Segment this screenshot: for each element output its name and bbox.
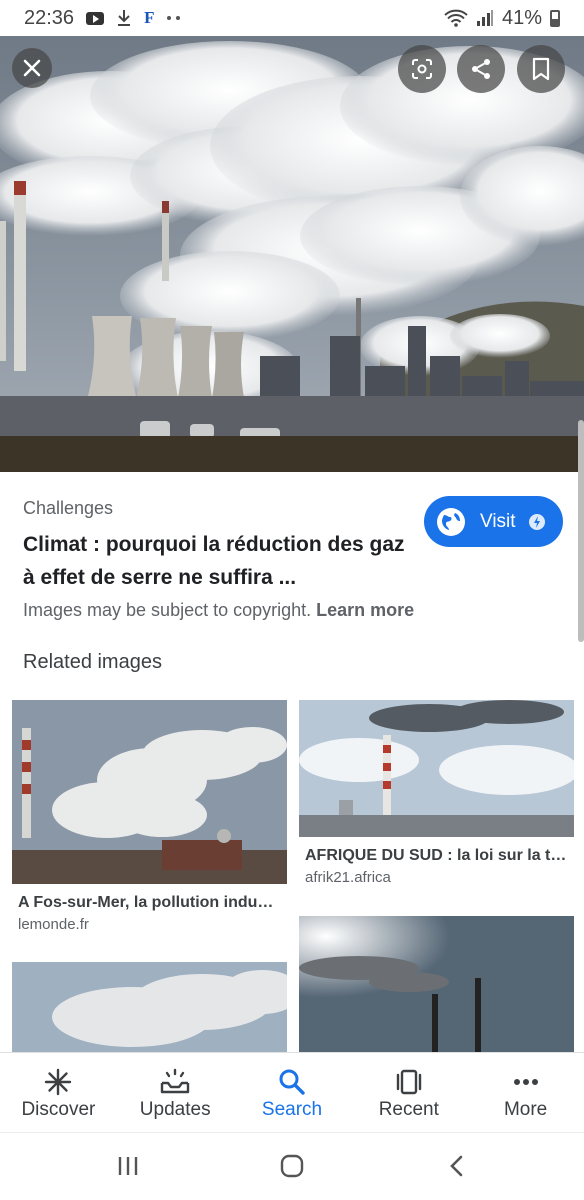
home-button[interactable] — [277, 1153, 307, 1179]
related-images-heading: Related images — [23, 651, 162, 673]
battery-icon — [550, 9, 560, 27]
recent-apps-icon — [118, 1157, 138, 1175]
result-title[interactable]: Climat : pourquoi la réduction des gaz à… — [23, 528, 413, 594]
signal-icon — [476, 9, 494, 27]
related-card-4[interactable] — [299, 916, 574, 1052]
related-thumbnail-3[interactable] — [12, 962, 287, 1052]
industrial-smoke-photo — [0, 36, 584, 472]
fos-sur-mer-photo — [12, 700, 287, 884]
related-site-2: afrik21.africa — [305, 869, 391, 886]
amp-lightning-icon — [528, 513, 545, 530]
download-icon — [116, 9, 132, 27]
lens-icon — [412, 59, 432, 79]
nav-more-label: More — [503, 1099, 548, 1120]
nav-discover[interactable]: Discover — [0, 1053, 117, 1132]
globe-icon — [437, 507, 465, 536]
bottom-navigation: Discover Updates Search Recent More — [0, 1052, 584, 1132]
asterisk-icon — [43, 1067, 73, 1097]
status-time: 22:36 — [24, 6, 75, 29]
nav-discover-label: Discover — [21, 1099, 96, 1120]
nav-search[interactable]: Search — [234, 1053, 351, 1132]
recent-icon — [394, 1067, 424, 1097]
search-icon — [277, 1067, 307, 1097]
hero-image[interactable] — [0, 36, 584, 472]
scrollbar[interactable] — [578, 420, 584, 642]
smoke-plume-photo — [12, 962, 287, 1052]
battery-percent: 41% — [501, 6, 542, 29]
related-title-1: A Fos-sur-Mer, la pollution indu… — [18, 894, 274, 911]
home-icon — [280, 1154, 304, 1178]
visit-button[interactable]: Visit — [424, 496, 563, 547]
visit-label: Visit — [480, 510, 516, 532]
copyright-text: Images may be subject to copyright. — [23, 600, 312, 620]
learn-more-link[interactable]: Learn more — [316, 600, 414, 620]
related-thumbnail-1[interactable] — [12, 700, 287, 884]
more-dots-icon — [166, 15, 182, 21]
nav-recent[interactable]: Recent — [350, 1053, 467, 1132]
nav-updates[interactable]: Updates — [117, 1053, 234, 1132]
copyright-notice: Images may be subject to copyright. Lear… — [23, 600, 414, 621]
status-bar: 22:36 F 41% — [0, 0, 584, 36]
related-site-1: lemonde.fr — [18, 916, 89, 933]
related-card-1[interactable]: A Fos-sur-Mer, la pollution indu… lemond… — [12, 700, 287, 933]
back-button[interactable] — [442, 1153, 472, 1179]
related-card-2[interactable]: AFRIQUE DU SUD : la loi sur la t… afrik2… — [299, 700, 574, 886]
system-navigation-bar — [0, 1132, 584, 1200]
related-title-2: AFRIQUE DU SUD : la loi sur la t… — [305, 847, 567, 864]
facebook-f-icon: F — [144, 8, 155, 27]
nav-recent-label: Recent — [378, 1099, 439, 1120]
related-thumbnail-4[interactable] — [299, 916, 574, 1052]
updates-icon — [159, 1067, 191, 1097]
recent-apps-button[interactable] — [113, 1153, 143, 1179]
nav-updates-label: Updates — [139, 1099, 211, 1120]
afrique-du-sud-photo — [299, 700, 574, 837]
result-source[interactable]: Challenges — [23, 498, 113, 519]
share-button[interactable] — [457, 45, 505, 93]
back-icon — [450, 1155, 463, 1177]
save-button[interactable] — [517, 45, 565, 93]
wifi-icon — [444, 9, 468, 27]
nav-more[interactable]: More — [467, 1053, 584, 1132]
more-icon — [511, 1067, 541, 1097]
close-icon — [23, 59, 41, 77]
bookmark-icon — [532, 57, 550, 81]
related-card-3[interactable] — [12, 962, 287, 1052]
close-button[interactable] — [12, 48, 52, 88]
related-thumbnail-2[interactable] — [299, 700, 574, 837]
nav-search-label: Search — [261, 1099, 323, 1120]
lens-button[interactable] — [398, 45, 446, 93]
youtube-icon — [86, 11, 105, 25]
share-icon — [472, 59, 490, 79]
chimneys-sunset-photo — [299, 916, 574, 1052]
